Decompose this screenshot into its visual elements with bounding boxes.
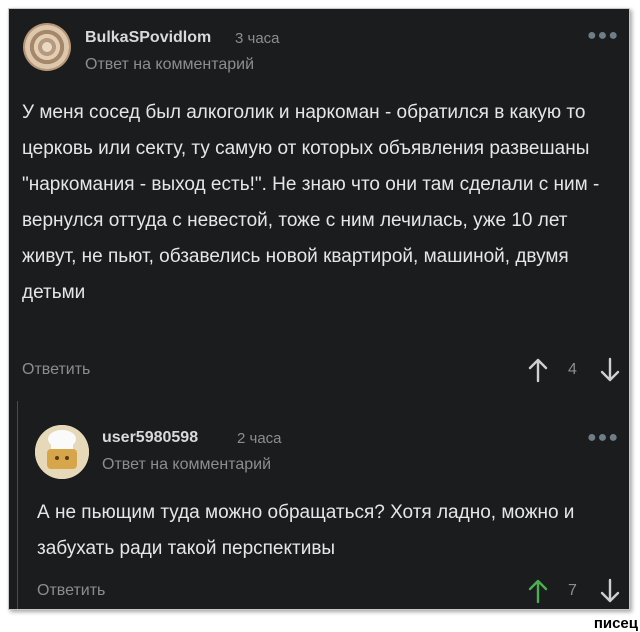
rating-score: 7 — [568, 582, 577, 599]
downvote-icon[interactable] — [599, 357, 621, 383]
comment-thread: BulkaSPovidlom 3 часа Ответ на комментар… — [8, 8, 630, 610]
reply-button[interactable]: Ответить — [22, 361, 90, 379]
rating-score: 4 — [568, 361, 577, 378]
reply-to-link[interactable]: Ответ на комментарий — [85, 56, 254, 74]
upvote-icon[interactable] — [527, 357, 549, 383]
timestamp: 2 часа — [237, 430, 282, 447]
reply-to-link[interactable]: Ответ на комментарий — [102, 456, 271, 474]
thread-line[interactable] — [17, 401, 18, 609]
more-options-icon[interactable]: ●●● — [587, 429, 619, 447]
downvote-icon[interactable] — [599, 578, 621, 604]
avatar[interactable] — [35, 425, 89, 479]
username[interactable]: user5980598 — [102, 429, 198, 447]
watermark: писец — [593, 615, 638, 632]
username[interactable]: BulkaSPovidlom — [85, 29, 211, 47]
comment-text: У меня сосед был алкоголик и наркоман - … — [22, 102, 600, 303]
upvote-icon[interactable] — [527, 578, 549, 604]
comment-text: А не пьющим туда можно обращаться? Хотя … — [37, 502, 575, 559]
timestamp: 3 часа — [235, 30, 280, 47]
reply-button[interactable]: Ответить — [37, 582, 105, 600]
more-options-icon[interactable]: ●●● — [587, 27, 619, 45]
avatar[interactable] — [23, 23, 71, 71]
